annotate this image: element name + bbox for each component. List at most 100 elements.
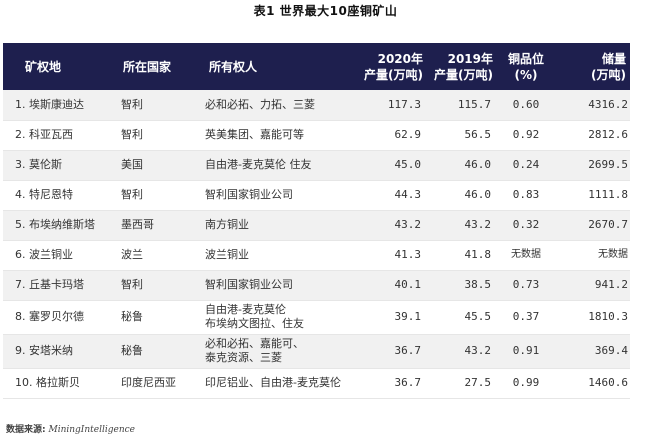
cell-mine: 6. 波兰铜业	[15, 248, 73, 261]
cell-country: 智利	[121, 278, 143, 291]
owner-line: 布埃纳文图拉、住友	[205, 317, 304, 330]
cell-mine: 1. 埃斯康迪达	[15, 97, 84, 111]
owner-line: 印尼铝业、自由港-麦克莫伦	[205, 376, 341, 389]
cell-reserve: 1111.8	[588, 188, 628, 201]
cell-country: 智利	[121, 188, 143, 201]
owner-line: 自由港-麦克莫伦 住友	[205, 158, 312, 171]
cell-mine: 3. 莫伦斯	[15, 158, 62, 171]
cell-production-2019: 43.2	[464, 218, 492, 231]
header-grade-label: 铜品位	[507, 51, 544, 66]
header-production-2019: 2019年 产量(万吨)	[427, 43, 497, 90]
owner-line: 自由港-麦克莫伦	[205, 303, 286, 316]
cell-grade: 0.24	[512, 158, 540, 171]
cell-reserve: 4316.2	[588, 97, 628, 111]
cell-production-2019: 45.5	[464, 310, 492, 323]
header-reserve: 储量 (万吨)	[555, 43, 630, 90]
cell-mine: 9. 安塔米纳	[15, 344, 73, 357]
cell-production-2019: 43.2	[464, 344, 492, 357]
cell-reserve: 941.2	[594, 278, 628, 291]
owner-line: 智利国家铜业公司	[205, 188, 293, 201]
cell-mine: 4. 特尼恩特	[15, 188, 73, 201]
owner-line: 必和必拓、力拓、三菱	[205, 97, 315, 111]
cell-grade: 0.73	[512, 278, 540, 291]
cell-country: 智利	[121, 128, 143, 141]
cell-country: 印度尼西亚	[121, 376, 176, 389]
cell-production-2019: 46.0	[464, 188, 492, 201]
cell-production-2020: 39.1	[394, 310, 422, 323]
table-row: 1. 埃斯康迪达 智利 必和必拓、力拓、三菱 117.3 115.7 0.60 …	[3, 90, 630, 120]
table-row: 10. 格拉斯贝 印度尼西亚 印尼铝业、自由港-麦克莫伦 36.7 27.5 0…	[3, 368, 630, 398]
cell-production-2020: 45.0	[394, 158, 422, 171]
cell-production-2019: 115.7	[457, 97, 491, 111]
table-row: 9. 安塔米纳 秘鲁 必和必拓、嘉能可、 泰克资源、三菱 36.7 43.2 0…	[3, 334, 630, 368]
data-source-note: 数据来源: MiningIntelligence	[6, 422, 135, 435]
header-reserve-unit: (万吨)	[591, 67, 626, 82]
header-production-2020-unit: 产量(万吨)	[364, 67, 423, 82]
header-row: 矿权地 所在国家 所有权人 2020年 产量(万吨) 2019年 产量(万吨) …	[3, 43, 630, 90]
cell-grade: 0.83	[512, 188, 540, 201]
table-row: 7. 丘基卡玛塔 智利 智利国家铜业公司 40.1 38.5 0.73 941.…	[3, 270, 630, 300]
header-production-2020-year: 2020年	[377, 51, 423, 66]
header-production-2019-unit: 产量(万吨)	[434, 67, 493, 82]
cell-mine: 8. 塞罗贝尔德	[15, 310, 84, 323]
owner-line: 泰克资源、三菱	[205, 351, 282, 364]
table-row: 4. 特尼恩特 智利 智利国家铜业公司 44.3 46.0 0.83 1111.…	[3, 180, 630, 210]
cell-grade: 0.99	[512, 376, 540, 389]
cell-owner: 自由港-麦克莫伦 布埃纳文图拉、住友	[197, 300, 357, 334]
cell-reserve: 无数据	[598, 249, 628, 260]
cell-production-2019: 46.0	[464, 158, 492, 171]
header-production-2020: 2020年 产量(万吨)	[357, 43, 427, 90]
owner-line: 波兰铜业	[205, 248, 249, 261]
cell-production-2020: 40.1	[394, 278, 422, 291]
table-row: 6. 波兰铜业 波兰 波兰铜业 41.3 41.8 无数据 无数据	[3, 240, 630, 270]
owner-line: 南方铜业	[205, 218, 249, 231]
header-reserve-label: 储量	[601, 51, 626, 66]
cell-reserve: 2670.7	[588, 218, 628, 231]
cell-production-2019: 27.5	[464, 376, 492, 389]
cell-production-2019: 41.8	[464, 248, 492, 261]
cell-reserve: 1460.6	[588, 376, 628, 389]
cell-production-2019: 56.5	[464, 128, 492, 141]
cell-owner: 智利国家铜业公司	[197, 270, 357, 300]
cell-owner: 印尼铝业、自由港-麦克莫伦	[197, 368, 357, 398]
copper-mines-table: 矿权地 所在国家 所有权人 2020年 产量(万吨) 2019年 产量(万吨) …	[3, 43, 630, 399]
cell-grade: 0.37	[512, 310, 540, 323]
cell-grade: 无数据	[511, 249, 541, 260]
cell-mine: 7. 丘基卡玛塔	[15, 278, 84, 291]
owner-line: 必和必拓、嘉能可、	[205, 337, 304, 350]
table-body: 1. 埃斯康迪达 智利 必和必拓、力拓、三菱 117.3 115.7 0.60 …	[3, 90, 630, 398]
cell-production-2020: 36.7	[394, 376, 422, 389]
cell-production-2020: 117.3	[387, 97, 421, 111]
cell-reserve: 1810.3	[588, 310, 628, 323]
table-row: 5. 布埃纳维斯塔 墨西哥 南方铜业 43.2 43.2 0.32 2670.7	[3, 210, 630, 240]
cell-owner: 智利国家铜业公司	[197, 180, 357, 210]
cell-owner: 必和必拓、嘉能可、 泰克资源、三菱	[197, 334, 357, 368]
cell-mine: 5. 布埃纳维斯塔	[15, 218, 95, 231]
header-mine: 矿权地	[25, 59, 62, 74]
cell-grade: 0.92	[512, 128, 540, 141]
cell-production-2019: 38.5	[464, 278, 492, 291]
cell-owner: 必和必拓、力拓、三菱	[197, 90, 357, 120]
header-grade: 铜品位 (%)	[497, 43, 555, 90]
header-country: 所在国家	[123, 59, 172, 74]
cell-country: 秘鲁	[121, 344, 143, 357]
table-row: 2. 科亚瓦西 智利 英美集团、嘉能可等 62.9 56.5 0.92 2812…	[3, 120, 630, 150]
cell-production-2020: 36.7	[394, 344, 422, 357]
cell-production-2020: 43.2	[394, 218, 422, 231]
cell-owner: 英美集团、嘉能可等	[197, 120, 357, 150]
header-owner: 所有权人	[209, 59, 258, 74]
cell-owner: 自由港-麦克莫伦 住友	[197, 150, 357, 180]
cell-country: 波兰	[121, 248, 143, 261]
cell-grade: 0.60	[512, 97, 540, 111]
cell-production-2020: 62.9	[394, 128, 422, 141]
owner-line: 智利国家铜业公司	[205, 278, 293, 291]
cell-production-2020: 41.3	[394, 248, 422, 261]
table-row: 3. 莫伦斯 美国 自由港-麦克莫伦 住友 45.0 46.0 0.24 269…	[3, 150, 630, 180]
table-row: 8. 塞罗贝尔德 秘鲁 自由港-麦克莫伦 布埃纳文图拉、住友 39.1 45.5…	[3, 300, 630, 334]
source-name: MiningIntelligence	[48, 425, 135, 435]
cell-mine: 2. 科亚瓦西	[15, 128, 73, 141]
cell-country: 智利	[121, 97, 143, 111]
cell-owner: 波兰铜业	[197, 240, 357, 270]
cell-owner: 南方铜业	[197, 210, 357, 240]
cell-grade: 0.91	[512, 344, 540, 357]
